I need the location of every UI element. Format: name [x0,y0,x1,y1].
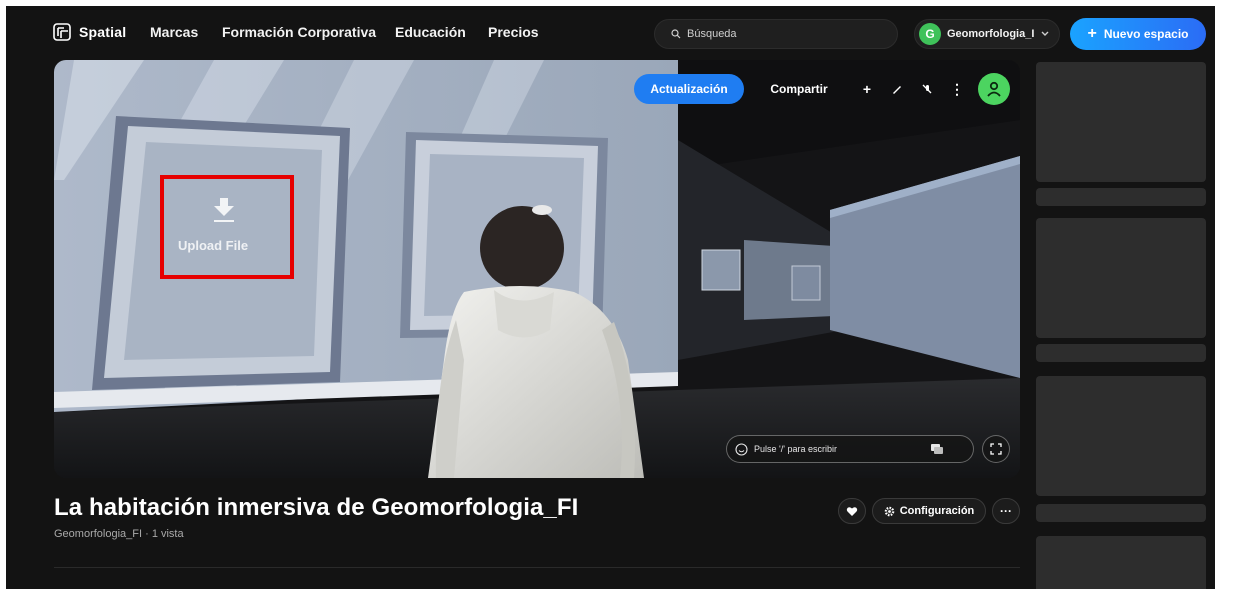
fullscreen-button[interactable] [982,435,1010,463]
profile-avatar-icon[interactable] [978,73,1010,105]
user-avatar: G [919,23,941,45]
suggested-space-card[interactable] [1036,376,1206,496]
update-button[interactable]: Actualización [634,74,744,104]
space-meta: Geomorfologia_FI · 1 vista [54,528,184,540]
spatial-logo-icon [53,23,71,41]
nav-link-formacion-corporativa[interactable]: Formación Corporativa [222,24,376,40]
divider [54,567,1020,568]
new-space-button[interactable]: + Nuevo espacio [1070,18,1206,50]
user-name: Geomorfologia_I [947,28,1035,40]
more-vertical-icon[interactable]: ⋮ [946,78,968,100]
upload-file-highlight [160,175,294,279]
chat-bubble-icon[interactable] [930,443,944,455]
like-button[interactable] [838,498,866,524]
search-bar[interactable] [654,19,898,49]
search-icon [671,29,681,39]
suggested-space-card[interactable] [1036,62,1206,182]
nav-link-educacion[interactable]: Educación [395,24,466,40]
app-window: Spatial Marcas Formación Corporativa Edu… [6,6,1215,589]
space-viewport[interactable]: Upload File Actualización Compartir + ⋮ [54,60,1020,478]
heart-icon [846,506,858,516]
nav-link-precios[interactable]: Precios [488,24,539,40]
user-menu[interactable]: G Geomorfologia_I [914,19,1060,49]
more-options-button[interactable]: ··· [992,498,1020,524]
suggested-space-caption [1036,344,1206,362]
suggested-space-caption [1036,188,1206,206]
logo-text: Spatial [79,24,127,40]
more-horizontal-icon: ··· [1000,504,1012,518]
chat-input-bar[interactable] [726,435,974,463]
suggested-space-card[interactable] [1036,536,1206,589]
upload-file-label[interactable]: Upload File [178,238,248,253]
configuration-button[interactable]: Configuración [872,498,986,524]
mic-muted-icon[interactable] [916,78,938,100]
suggested-space-card[interactable] [1036,218,1206,338]
plus-icon: + [1087,25,1097,42]
gear-icon [884,506,895,516]
configuration-label: Configuración [899,505,975,517]
edit-pencil-icon[interactable] [886,78,908,100]
suggested-space-caption [1036,504,1206,522]
share-button[interactable]: Compartir [754,74,844,104]
top-nav: Spatial Marcas Formación Corporativa Edu… [6,6,1215,58]
search-input[interactable] [687,28,877,40]
space-title: La habitación inmersiva de Geomorfologia… [54,494,579,521]
chat-input[interactable] [754,444,924,454]
emoji-icon[interactable] [735,442,748,456]
add-icon[interactable]: + [856,78,878,100]
new-space-label: Nuevo espacio [1103,27,1189,41]
fullscreen-icon [990,443,1002,455]
chevron-down-icon [1041,31,1049,36]
nav-link-marcas[interactable]: Marcas [150,24,198,40]
spatial-logo[interactable]: Spatial [52,22,126,42]
